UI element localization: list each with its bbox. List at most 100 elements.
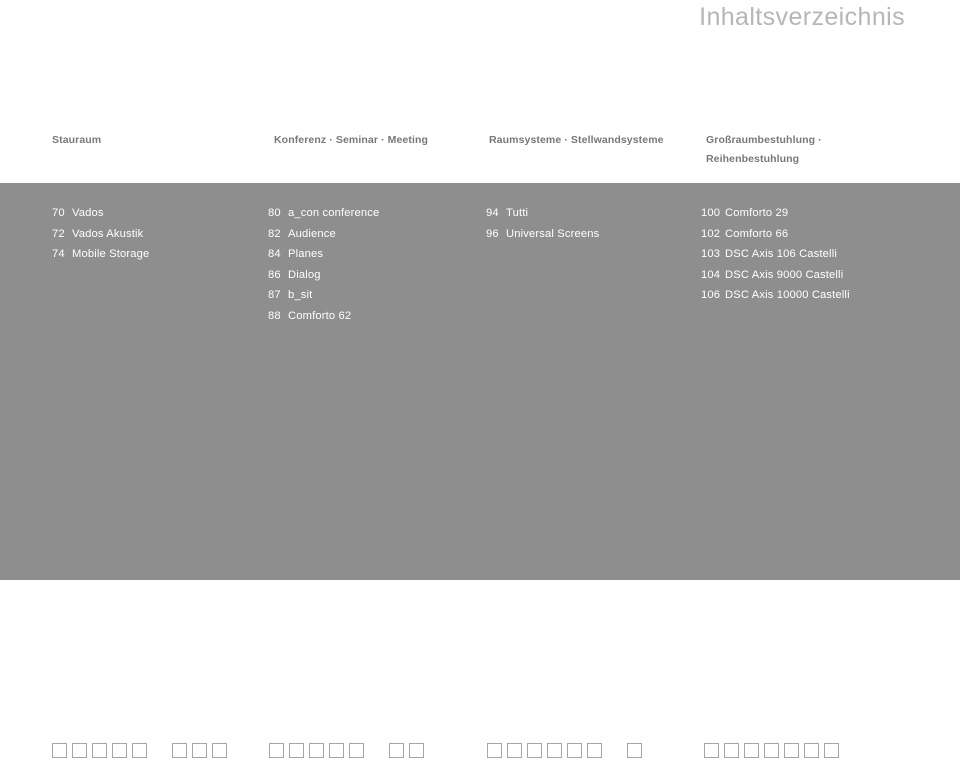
toc-entry-page-number: 72 bbox=[52, 227, 65, 240]
toc-entry[interactable]: 87 b_sit bbox=[268, 289, 473, 310]
section-marker[interactable] bbox=[804, 743, 819, 758]
section-marker[interactable] bbox=[329, 743, 344, 758]
section-marker[interactable] bbox=[547, 743, 562, 758]
toc-entry[interactable]: 86 Dialog bbox=[268, 269, 473, 290]
toc-entry[interactable]: 70 Vados bbox=[52, 207, 262, 228]
section-marker-active[interactable] bbox=[844, 743, 859, 758]
toc-entry-label: b_sit bbox=[288, 289, 313, 302]
category-header-line: Stauraum bbox=[52, 134, 102, 146]
section-marker[interactable] bbox=[527, 743, 542, 758]
section-marker[interactable] bbox=[192, 743, 207, 758]
toc-entry[interactable]: 84 Planes bbox=[268, 248, 473, 269]
marker-group-stauraum bbox=[52, 743, 227, 758]
section-marker[interactable] bbox=[389, 743, 404, 758]
section-marker[interactable] bbox=[824, 743, 839, 758]
section-marker[interactable] bbox=[269, 743, 284, 758]
page-title: Inhaltsverzeichnis bbox=[699, 3, 905, 31]
toc-entry-page-number: 96 bbox=[486, 227, 499, 240]
section-marker[interactable] bbox=[72, 743, 87, 758]
toc-entry-label: Universal Screens bbox=[506, 227, 600, 240]
section-marker[interactable] bbox=[724, 743, 739, 758]
toc-entry-page-number: 70 bbox=[52, 207, 65, 219]
toc-entry-page-number: 103 bbox=[701, 248, 721, 261]
toc-entry-page-number: 106 bbox=[701, 289, 721, 302]
toc-entry-page-number: 94 bbox=[486, 207, 499, 219]
section-marker[interactable] bbox=[52, 743, 67, 758]
toc-entry[interactable]: 103 DSC Axis 106 Castelli bbox=[701, 248, 916, 269]
category-header-row: Stauraum Konferenz · Seminar · Meeting R… bbox=[0, 131, 960, 179]
toc-entry[interactable]: 100 Comforto 29 bbox=[701, 207, 916, 228]
category-header-konferenz-seminar-meeting: Konferenz · Seminar · Meeting bbox=[274, 131, 474, 150]
category-header-line: Reihenbestuhlung bbox=[706, 153, 800, 165]
toc-entry[interactable]: 74 Mobile Storage bbox=[52, 248, 262, 269]
toc-entry[interactable]: 88 Comforto 62 bbox=[268, 310, 473, 331]
toc-entry-label: DSC Axis 9000 Castelli bbox=[725, 268, 844, 281]
toc-entry[interactable]: 96 Universal Screens bbox=[486, 228, 691, 249]
section-marker[interactable] bbox=[132, 743, 147, 758]
toc-entry-page-number: 82 bbox=[268, 227, 281, 240]
toc-entry[interactable]: 80 a_con conference bbox=[268, 207, 473, 228]
toc-entry[interactable]: 72 Vados Akustik bbox=[52, 228, 262, 249]
toc-entry-label: a_con conference bbox=[288, 207, 380, 219]
toc-entry-page-number: 87 bbox=[268, 289, 281, 302]
section-marker[interactable] bbox=[487, 743, 502, 758]
section-marker-bar bbox=[0, 743, 960, 763]
section-marker[interactable] bbox=[409, 743, 424, 758]
toc-entry-label: Audience bbox=[288, 227, 336, 240]
toc-entry-page-number: 80 bbox=[268, 207, 281, 219]
section-marker[interactable] bbox=[212, 743, 227, 758]
toc-entry-page-number: 84 bbox=[268, 248, 281, 261]
toc-entry-page-number: 104 bbox=[701, 268, 721, 281]
section-marker[interactable] bbox=[289, 743, 304, 758]
category-header-raumsysteme-stellwandsysteme: Raumsysteme · Stellwandsysteme bbox=[489, 131, 694, 150]
section-marker[interactable] bbox=[92, 743, 107, 758]
category-header-line: Großraumbestuhlung · bbox=[706, 134, 822, 146]
toc-entry-label: Mobile Storage bbox=[72, 248, 150, 261]
toc-entry[interactable]: 102 Comforto 66 bbox=[701, 228, 916, 249]
toc-entry-label: Comforto 66 bbox=[725, 227, 789, 240]
section-marker[interactable] bbox=[507, 743, 522, 758]
toc-entry-label: Vados bbox=[72, 207, 104, 219]
toc-entry[interactable]: 94 Tutti bbox=[486, 207, 691, 228]
toc-entry[interactable]: 82 Audience bbox=[268, 228, 473, 249]
toc-entry-label: DSC Axis 10000 Castelli bbox=[725, 289, 850, 302]
section-marker[interactable] bbox=[172, 743, 187, 758]
section-marker[interactable] bbox=[309, 743, 324, 758]
section-marker[interactable] bbox=[764, 743, 779, 758]
toc-entry-label: Comforto 62 bbox=[288, 309, 352, 322]
toc-column-stauraum: 70 Vados 72 Vados Akustik 74 Mobile Storage bbox=[52, 207, 262, 269]
section-marker[interactable] bbox=[704, 743, 719, 758]
marker-group-konferenz bbox=[269, 743, 424, 758]
table-of-contents-panel: 70 Vados 72 Vados Akustik 74 Mobile Storage 8… bbox=[0, 183, 960, 758]
toc-entry-label: Planes bbox=[288, 248, 324, 261]
section-marker[interactable] bbox=[744, 743, 759, 758]
section-marker[interactable] bbox=[587, 743, 602, 758]
category-header-grossraumbestuhlung-reihenbestuhlung: Großraumbestuhlung · Reihenbestuhlung bbox=[706, 131, 906, 169]
toc-column-konferenz: 80 a_con conference 82 Audience 84 Planes 86 Di… bbox=[268, 207, 473, 331]
marker-group-grossraumbestuhlung bbox=[704, 743, 859, 758]
section-marker[interactable] bbox=[567, 743, 582, 758]
toc-entry-label: Dialog bbox=[288, 268, 321, 281]
section-marker-active[interactable] bbox=[369, 743, 384, 758]
toc-entry-label: DSC Axis 106 Castelli bbox=[725, 248, 837, 261]
toc-entry-label: Tutti bbox=[506, 207, 529, 219]
section-marker[interactable] bbox=[627, 743, 642, 758]
toc-entry-label: Comforto 29 bbox=[725, 207, 789, 219]
marker-group-raumsysteme bbox=[487, 743, 642, 758]
toc-column-grossraumbestuhlung: 100 Comforto 29 102 Comforto 66 103 DSC Axis … bbox=[701, 207, 916, 310]
toc-entry[interactable]: 104 DSC Axis 9000 Castelli bbox=[701, 269, 916, 290]
category-header-line: Raumsysteme · Stellwandsysteme bbox=[489, 134, 664, 146]
toc-entry-label: Vados Akustik bbox=[72, 227, 144, 240]
section-marker[interactable] bbox=[784, 743, 799, 758]
category-header-line: Konferenz · Seminar · Meeting bbox=[274, 134, 429, 146]
toc-column-raumsysteme: 94 Tutti 96 Universal Screens bbox=[486, 207, 691, 248]
section-marker-active[interactable] bbox=[152, 743, 167, 758]
toc-entry-page-number: 102 bbox=[701, 227, 721, 240]
toc-entry-page-number: 100 bbox=[701, 207, 721, 219]
section-marker-active[interactable] bbox=[607, 743, 622, 758]
category-header-stauraum: Stauraum bbox=[52, 131, 262, 150]
section-marker[interactable] bbox=[349, 743, 364, 758]
toc-entry[interactable]: 106 DSC Axis 10000 Castelli bbox=[701, 289, 916, 310]
toc-entry-page-number: 86 bbox=[268, 268, 281, 281]
section-marker[interactable] bbox=[112, 743, 127, 758]
